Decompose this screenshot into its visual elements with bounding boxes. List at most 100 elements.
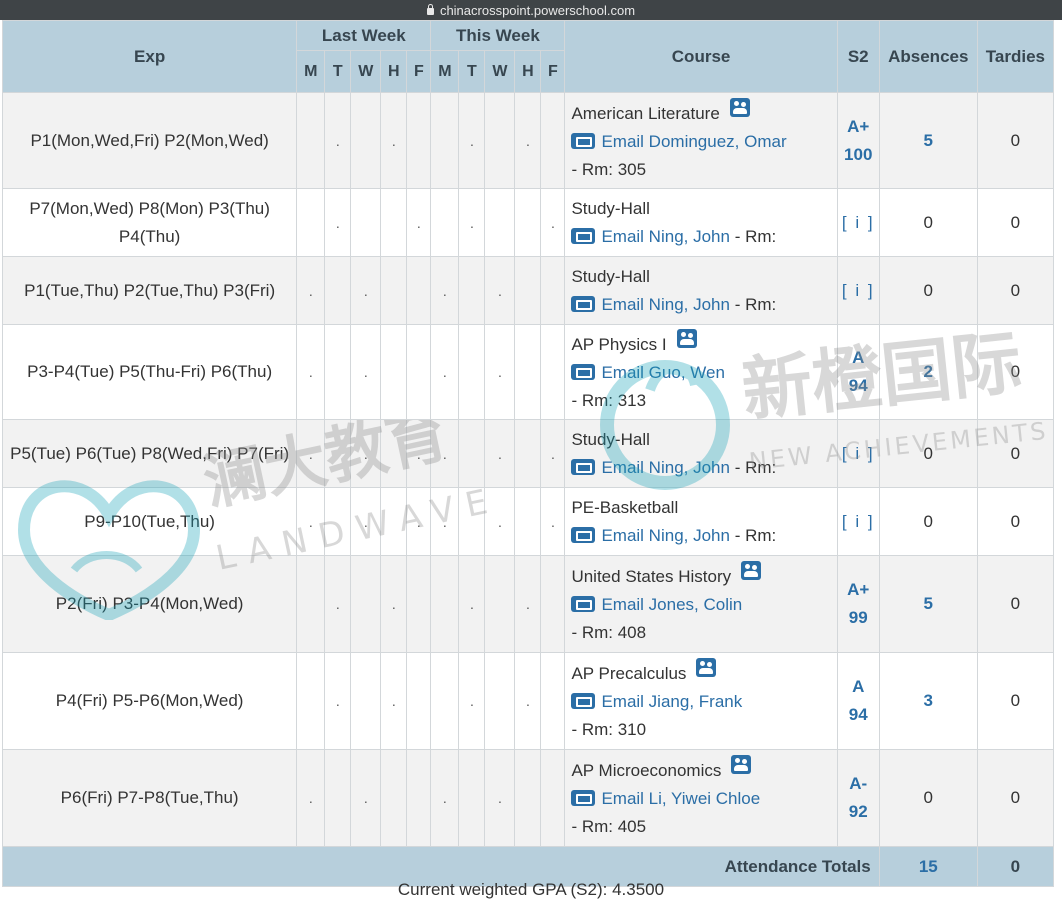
attendance-day-cell[interactable]: . xyxy=(484,419,516,488)
attendance-day-cell[interactable] xyxy=(406,652,432,750)
attendance-day-cell[interactable] xyxy=(514,487,542,556)
attendance-day-cell[interactable]: . xyxy=(380,555,408,653)
col-header-tardies[interactable]: Tardies xyxy=(976,20,1055,93)
attendance-day-cell[interactable] xyxy=(514,419,542,488)
attendance-day-cell[interactable]: . xyxy=(296,487,326,556)
attendance-day-cell[interactable]: . xyxy=(430,487,460,556)
attendance-day-cell[interactable] xyxy=(380,749,408,847)
attendance-day-cell[interactable]: . xyxy=(350,324,382,420)
attendance-day-cell[interactable]: . xyxy=(380,652,408,750)
teacher-email-link[interactable]: Email Ning, John xyxy=(601,526,730,545)
attendance-day-cell[interactable] xyxy=(484,652,516,750)
attendance-day-cell[interactable] xyxy=(380,324,408,420)
attendance-day-cell[interactable] xyxy=(296,188,326,257)
attendance-day-cell[interactable] xyxy=(458,749,486,847)
grade-link[interactable]: A+ 99 xyxy=(836,555,880,653)
teacher-email-link[interactable]: Email Guo, Wen xyxy=(601,363,724,382)
attendance-day-cell[interactable] xyxy=(514,256,542,325)
teacher-info-icon[interactable] xyxy=(731,755,752,774)
attendance-day-cell[interactable]: . xyxy=(514,555,542,653)
attendance-day-cell[interactable] xyxy=(296,652,326,750)
attendance-day-cell[interactable] xyxy=(540,749,566,847)
attendance-day-cell[interactable]: . xyxy=(484,256,516,325)
attendance-day-cell[interactable]: . xyxy=(430,324,460,420)
attendance-day-cell[interactable] xyxy=(430,188,460,257)
teacher-email-link[interactable]: Email Ning, John xyxy=(601,227,730,246)
attendance-day-cell[interactable]: . xyxy=(430,256,460,325)
teacher-email-link[interactable]: Email Jiang, Frank xyxy=(601,692,742,711)
attendance-day-cell[interactable]: . xyxy=(406,188,432,257)
grade-link[interactable]: [ i ] xyxy=(836,188,880,257)
attendance-day-cell[interactable]: . xyxy=(458,652,486,750)
attendance-day-cell[interactable] xyxy=(540,555,566,653)
attendance-day-cell[interactable]: . xyxy=(430,419,460,488)
attendance-day-cell[interactable] xyxy=(484,188,516,257)
attendance-day-cell[interactable]: . xyxy=(350,256,382,325)
attendance-day-cell[interactable]: . xyxy=(540,188,566,257)
attendance-day-cell[interactable] xyxy=(296,92,326,189)
attendance-day-cell[interactable] xyxy=(458,487,486,556)
attendance-day-cell[interactable] xyxy=(540,92,566,189)
attendance-day-cell[interactable]: . xyxy=(484,324,516,420)
attendance-day-cell[interactable]: . xyxy=(458,188,486,257)
grade-link[interactable]: [ i ] xyxy=(836,256,880,325)
teacher-email-link[interactable]: Email Jones, Colin xyxy=(601,595,742,614)
attendance-day-cell[interactable] xyxy=(430,555,460,653)
email-icon[interactable] xyxy=(571,364,596,380)
attendance-day-cell[interactable]: . xyxy=(296,749,326,847)
attendance-day-cell[interactable]: . xyxy=(350,749,382,847)
attendance-day-cell[interactable]: . xyxy=(296,256,326,325)
attendance-day-cell[interactable]: . xyxy=(324,188,352,257)
attendance-day-cell[interactable]: . xyxy=(484,487,516,556)
attendance-day-cell[interactable]: . xyxy=(540,487,566,556)
attendance-day-cell[interactable] xyxy=(380,188,408,257)
attendance-day-cell[interactable] xyxy=(380,419,408,488)
attendance-day-cell[interactable]: . xyxy=(296,324,326,420)
teacher-email-link[interactable]: Email Ning, John xyxy=(601,295,730,314)
attendance-day-cell[interactable] xyxy=(406,256,432,325)
attendance-day-cell[interactable] xyxy=(484,555,516,653)
email-icon[interactable] xyxy=(571,458,596,475)
attendance-day-cell[interactable]: . xyxy=(430,749,460,847)
grade-link[interactable]: A 94 xyxy=(836,652,880,750)
teacher-info-icon[interactable] xyxy=(676,329,697,348)
attendance-day-cell[interactable] xyxy=(350,92,382,189)
attendance-day-cell[interactable] xyxy=(380,487,408,556)
browser-url-bar[interactable]: chinacrosspoint.powerschool.com xyxy=(0,0,1062,20)
attendance-day-cell[interactable] xyxy=(324,324,352,420)
attendance-day-cell[interactable] xyxy=(430,92,460,189)
attendance-day-cell[interactable]: . xyxy=(458,555,486,653)
absences-count[interactable]: 3 xyxy=(878,652,978,750)
absences-count[interactable]: 5 xyxy=(878,92,978,189)
email-icon[interactable] xyxy=(571,790,596,806)
attendance-day-cell[interactable]: . xyxy=(350,487,382,556)
email-icon[interactable] xyxy=(571,227,596,244)
col-header-exp[interactable]: Exp xyxy=(1,20,298,93)
teacher-email-link[interactable]: Email Dominguez, Omar xyxy=(601,132,786,151)
col-header-term[interactable]: S2 xyxy=(836,20,880,93)
attendance-day-cell[interactable] xyxy=(514,749,542,847)
grade-link[interactable]: A 94 xyxy=(836,324,880,420)
grade-link[interactable]: A- 92 xyxy=(836,749,880,847)
attendance-day-cell[interactable] xyxy=(350,555,382,653)
teacher-info-icon[interactable] xyxy=(729,97,750,117)
attendance-day-cell[interactable]: . xyxy=(406,487,432,556)
attendance-day-cell[interactable] xyxy=(540,652,566,750)
col-header-course[interactable]: Course xyxy=(564,20,838,93)
attendance-day-cell[interactable]: . xyxy=(350,419,382,488)
email-icon[interactable] xyxy=(571,596,596,612)
attendance-day-cell[interactable] xyxy=(514,324,542,420)
grade-link[interactable]: A+ 100 xyxy=(836,92,880,189)
attendance-day-cell[interactable]: . xyxy=(324,652,352,750)
attendance-day-cell[interactable] xyxy=(406,749,432,847)
attendance-day-cell[interactable]: . xyxy=(458,92,486,189)
attendance-day-cell[interactable] xyxy=(458,419,486,488)
grade-link[interactable]: [ i ] xyxy=(836,419,880,488)
attendance-day-cell[interactable] xyxy=(380,256,408,325)
attendance-day-cell[interactable] xyxy=(458,324,486,420)
email-icon[interactable] xyxy=(571,132,596,149)
attendance-day-cell[interactable] xyxy=(324,419,352,488)
teacher-info-icon[interactable] xyxy=(741,561,762,580)
attendance-day-cell[interactable] xyxy=(324,487,352,556)
attendance-day-cell[interactable] xyxy=(458,256,486,325)
